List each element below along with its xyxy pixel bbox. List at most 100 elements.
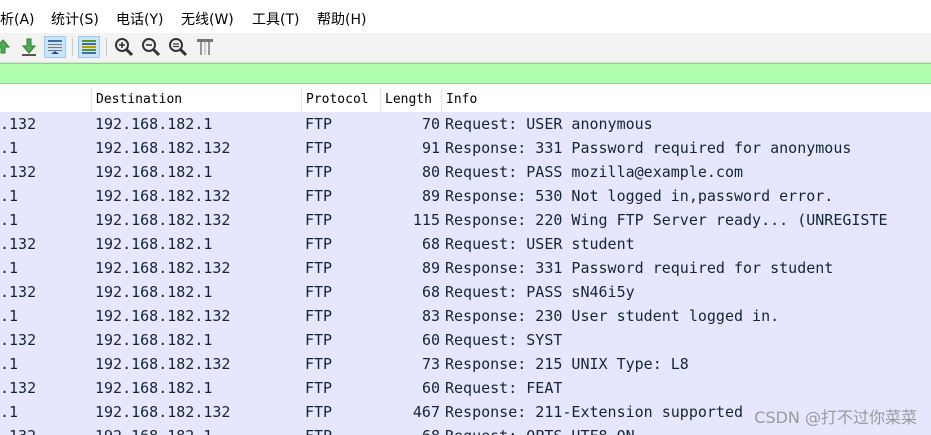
cell-info: Request: USER anonymous [445,115,653,133]
packet-row[interactable]: .1 192.168.182.132 FTP 115 Response: 220… [0,208,931,232]
cell-source: .1 [0,211,19,229]
watermark: CSDN @打不过你菜菜 [754,408,917,427]
cell-info: Response: 230 User student logged in. [445,307,780,325]
menu-tools[interactable]: 工具(T) [252,9,299,29]
cell-destination: 192.168.182.1 [95,235,213,253]
cell-info: Request: FEAT [445,379,563,397]
cell-length: 467 [412,403,440,421]
packet-row[interactable]: .132 192.168.182.1 FTP 80 Request: PASS … [0,160,931,184]
cell-info: Request: USER student [445,235,635,253]
cell-source: .1 [0,355,19,373]
packet-row[interactable]: .1 192.168.182.132 FTP 89 Response: 530 … [0,184,931,208]
packet-list: .132 192.168.182.1 FTP 70 Request: USER … [0,112,931,435]
cell-source: .132 [0,115,37,133]
cell-destination: 192.168.182.1 [95,424,300,435]
packet-list-header: Destination Protocol Length Info [0,88,931,113]
cell-destination: 192.168.182.132 [95,187,231,205]
packet-row[interactable]: .1 192.168.182.132 FTP 89 Response: 331 … [0,256,931,280]
cell-length: 60 [421,331,440,349]
packet-row[interactable]: .132 192.168.182.1 FTP 60 Request: SYST [0,328,931,352]
cell-source: .132 [0,283,37,301]
cell-protocol: FTP [305,187,333,205]
cell-source: .132 [0,331,37,349]
display-filter-bar[interactable] [0,63,931,84]
cell-length: 70 [421,115,440,133]
cell-info: Request: PASS sN46i5y [445,283,635,301]
cell-destination: 192.168.182.1 [95,283,213,301]
column-header-length[interactable]: Length [381,88,442,112]
cell-destination: 192.168.182.132 [95,259,231,277]
cell-length: 89 [421,259,440,277]
cell-protocol: FTP [305,355,333,373]
cell-protocol: FTP [305,211,333,229]
cell-destination: 192.168.182.132 [95,307,231,325]
packet-row[interactable]: .132 192.168.182.1 FTP 60 Request: FEAT [0,376,931,400]
toolbar-separator [72,38,73,56]
packet-row[interactable]: .1 192.168.182.132 FTP 83 Response: 230 … [0,304,931,328]
packet-row[interactable]: .132 192.168.182.1 FTP 68 Request: USER … [0,232,931,256]
column-header-source[interactable] [0,88,92,112]
cell-source: .1 [0,187,19,205]
cell-protocol: FTP [305,307,333,325]
cell-source: .132 [0,163,37,181]
cell-destination: 192.168.182.1 [95,115,213,133]
cell-length: 68 [421,235,440,253]
cell-protocol: FTP [305,139,333,157]
packet-row[interactable]: .132 192.168.182.1 FTP 70 Request: USER … [0,112,931,136]
menu-help[interactable]: 帮助(H) [317,9,366,29]
menu-analyze[interactable]: 析(A) [0,9,35,29]
menu-bar: 析(A) 统计(S) 电话(Y) 无线(W) 工具(T) 帮助(H) [0,0,931,33]
cell-length: 89 [421,187,440,205]
cell-length: 68 [421,283,440,301]
cell-length: 60 [421,379,440,397]
cell-destination: 192.168.182.1 [95,163,213,181]
cell-source: .1 [0,259,19,277]
go-first-packet-icon[interactable] [0,36,14,58]
cell-protocol: FTP [305,115,333,133]
cell-info: Response: 215 UNIX Type: L8 [445,355,689,373]
packet-row[interactable]: .1 192.168.182.132 FTP 73 Response: 215 … [0,352,931,376]
column-header-protocol[interactable]: Protocol [302,88,381,112]
cell-destination: 192.168.182.1 [95,331,213,349]
packet-row[interactable]: .132 192.168.182.1 FTP 68 Request: PASS … [0,280,931,304]
menu-telephony[interactable]: 电话(Y) [116,9,163,29]
autoscroll-icon[interactable] [44,36,66,58]
cell-source: .132 [0,379,37,397]
cell-info: Response: 331 Password required for anon… [445,139,852,157]
cell-length: 115 [412,211,440,229]
colorize-icon[interactable] [78,36,100,58]
cell-length: 83 [421,307,440,325]
cell-protocol: FTP [305,283,333,301]
cell-protocol: FTP [305,259,333,277]
cell-source: .1 [0,139,19,157]
zoom-in-icon[interactable] [113,36,135,58]
go-last-packet-icon[interactable] [18,36,40,58]
column-header-destination[interactable]: Destination [92,88,302,112]
cell-protocol: FTP [305,379,333,397]
cell-protocol: FTP [305,403,333,421]
cell-source: .1 [0,307,19,325]
cell-destination: 192.168.182.132 [95,355,231,373]
menu-statistics[interactable]: 统计(S) [51,9,99,29]
toolbar-separator [106,38,107,56]
zoom-normal-icon[interactable] [167,36,189,58]
cell-destination: 192.168.182.132 [95,403,231,421]
main-toolbar [0,33,931,63]
cell-info: Response: 331 Password required for stud… [445,259,834,277]
cell-destination: 192.168.182.1 [95,379,213,397]
cell-info: Response: 530 Not logged in,password err… [445,187,834,205]
cell-length: 68 [382,424,440,435]
cell-info: Request: SYST [445,331,563,349]
cell-protocol: FTP [305,331,333,349]
column-header-info[interactable]: Info [442,88,931,112]
cell-info: Request: PASS mozilla@example.com [445,163,744,181]
cell-source: .1 [0,403,19,421]
zoom-out-icon[interactable] [140,36,162,58]
cell-protocol: FTP [305,424,377,435]
cell-protocol: FTP [305,163,333,181]
cell-info: Response: 220 Wing FTP Server ready... (… [445,211,888,229]
menu-wireless[interactable]: 无线(W) [181,9,234,29]
packet-row[interactable]: .1 192.168.182.132 FTP 91 Response: 331 … [0,136,931,160]
cell-destination: 192.168.182.132 [95,139,231,157]
resize-columns-icon[interactable] [194,36,216,58]
